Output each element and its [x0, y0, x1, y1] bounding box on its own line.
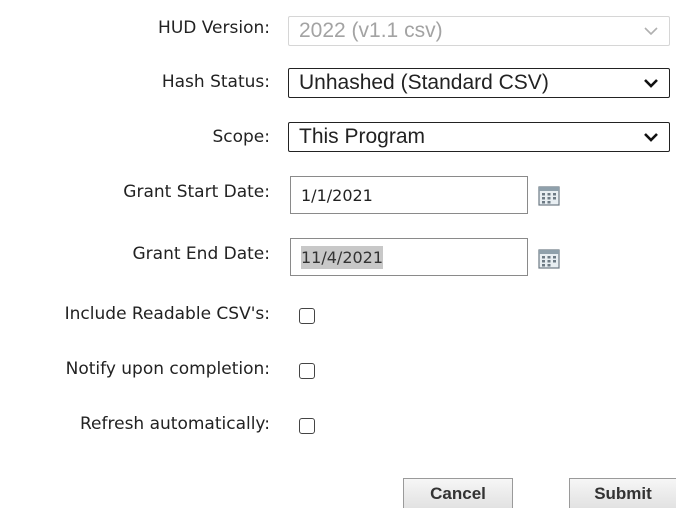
grant-start-date-label: Grant Start Date: [123, 182, 270, 202]
chevron-down-icon [644, 133, 658, 142]
scope-select[interactable]: This Program [288, 122, 670, 152]
include-readable-csvs-checkbox[interactable] [299, 308, 315, 324]
grant-start-date-value: 1/1/2021 [301, 185, 373, 205]
submit-button[interactable]: Submit [569, 478, 676, 508]
chevron-down-icon [644, 79, 658, 88]
hud-version-value: 2022 (v1.1 csv) [299, 19, 443, 42]
grant-end-date-label: Grant End Date: [132, 244, 271, 264]
scope-label: Scope: [212, 127, 270, 147]
calendar-icon[interactable] [538, 249, 560, 269]
cancel-button[interactable]: Cancel [403, 478, 513, 508]
notify-upon-completion-checkbox[interactable] [299, 363, 315, 379]
hash-status-select[interactable]: Unhashed (Standard CSV) [288, 68, 670, 98]
hash-status-label: Hash Status: [161, 72, 270, 92]
include-readable-csvs-label: Include Readable CSV's: [64, 304, 270, 324]
grant-start-date-input[interactable]: 1/1/2021 [290, 176, 528, 214]
refresh-automatically-label: Refresh automatically: [80, 414, 270, 434]
grant-end-date-value: 11/4/2021 [301, 245, 384, 269]
hash-status-value: Unhashed (Standard CSV) [299, 71, 549, 94]
grant-end-date-input[interactable]: 11/4/2021 [290, 238, 528, 276]
chevron-down-icon [644, 27, 658, 36]
hud-version-select: 2022 (v1.1 csv) [288, 16, 670, 46]
notify-upon-completion-label: Notify upon completion: [65, 359, 270, 379]
calendar-icon[interactable] [538, 186, 560, 206]
scope-value: This Program [299, 125, 426, 148]
refresh-automatically-checkbox[interactable] [299, 418, 315, 434]
hud-version-label: HUD Version: [158, 18, 270, 38]
